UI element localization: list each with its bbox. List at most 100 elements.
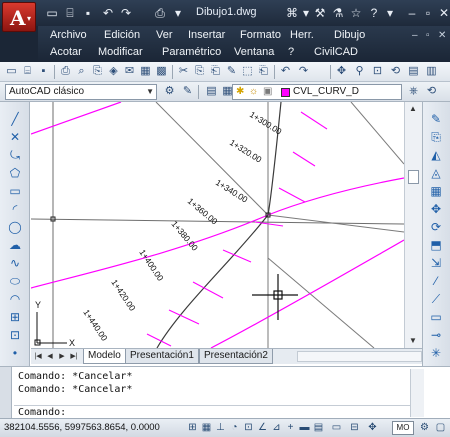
point-icon[interactable]: • xyxy=(6,346,24,361)
menu-herramientas[interactable]: Herr. xyxy=(290,27,314,43)
menu-modificar[interactable]: Modificar xyxy=(98,44,143,60)
drawing-area[interactable]: 1+300.00 1+320.00 1+340.00 1+360.00 1+38… xyxy=(31,102,404,348)
snap-mode-icon[interactable]: ⊞ xyxy=(186,421,199,435)
etransmit-icon[interactable]: ✉ xyxy=(122,64,137,79)
menu-edicion[interactable]: Edición xyxy=(104,27,140,43)
last-tab-icon[interactable]: ▶| xyxy=(69,351,79,362)
clean-screen-icon[interactable]: ▢ xyxy=(434,421,447,435)
lightbulb-icon[interactable]: ✱ xyxy=(236,85,244,99)
dynamic-input-icon[interactable]: + xyxy=(284,421,297,435)
trim-icon[interactable]: ⁄ xyxy=(427,274,445,289)
construction-line-icon[interactable]: ✕ xyxy=(6,130,24,145)
menu-ver[interactable]: Ver xyxy=(156,27,173,43)
menu-ayuda[interactable]: ? xyxy=(288,44,294,60)
tab-presentacion2[interactable]: Presentación2 xyxy=(199,349,273,364)
grid-display-icon[interactable]: ▦ xyxy=(200,421,213,435)
quick-access-dropdown-icon[interactable]: ▾ xyxy=(170,5,186,21)
workspace-select[interactable]: AutoCAD clásico ▼ xyxy=(5,84,157,100)
new-icon[interactable]: ▭ xyxy=(44,5,60,21)
preview-icon[interactable]: ⌕ xyxy=(74,64,89,79)
minimize-icon[interactable]: – xyxy=(404,5,420,21)
menu-civilcad[interactable]: CivilCAD xyxy=(314,44,358,60)
design-center-icon[interactable]: ▦ xyxy=(138,64,153,79)
undo-icon[interactable]: ↶ xyxy=(278,64,293,79)
command-prompt[interactable]: Comando: xyxy=(18,407,66,418)
tools-icon[interactable]: ⚒ xyxy=(312,5,328,21)
move-icon[interactable]: ✥ xyxy=(427,202,445,217)
customize-icon[interactable]: ✎ xyxy=(180,84,195,99)
tool-palettes-icon[interactable]: ▩ xyxy=(154,64,169,79)
restore-icon[interactable]: ▫ xyxy=(420,5,436,21)
workspace-switch-icon[interactable]: ⚙ xyxy=(418,421,431,435)
tab-presentacion1[interactable]: Presentación1 xyxy=(125,349,199,364)
explode-icon[interactable]: ✳ xyxy=(427,346,445,361)
quick-properties-icon[interactable]: ▤ xyxy=(312,421,325,435)
lock-icon[interactable]: ▣ xyxy=(263,85,272,99)
previous-tab-icon[interactable]: ◀ xyxy=(45,351,55,362)
first-tab-icon[interactable]: |◀ xyxy=(33,351,43,362)
undo-icon[interactable]: ↶ xyxy=(100,5,116,21)
star-icon[interactable]: ☆ xyxy=(348,5,364,21)
layer-manager-icon[interactable]: ▤ xyxy=(204,84,219,99)
make-block-icon[interactable]: ⊡ xyxy=(6,328,24,343)
stretch-icon[interactable]: ⇲ xyxy=(427,256,445,271)
plot-icon[interactable]: ⎙ xyxy=(58,64,73,79)
erase-icon[interactable]: ✎ xyxy=(427,112,445,127)
doc-close-icon[interactable]: ✕ xyxy=(438,30,446,41)
layer-control[interactable]: ✱ ☼ ▣ CVL_CURV_D xyxy=(232,84,402,100)
new-icon[interactable]: ▭ xyxy=(4,64,19,79)
close-icon[interactable]: ✕ xyxy=(436,5,450,21)
next-tab-icon[interactable]: ▶ xyxy=(57,351,67,362)
insert-block-icon[interactable]: ⊞ xyxy=(6,310,24,325)
polar-tracking-icon[interactable]: ◔ xyxy=(228,421,241,435)
model-space-icon[interactable]: ▭ xyxy=(330,421,343,435)
mirror-icon[interactable]: ◭ xyxy=(427,148,445,163)
make-current-icon[interactable]: ⎈ xyxy=(406,84,421,99)
circle-icon[interactable]: ◯ xyxy=(6,220,24,235)
menu-insertar[interactable]: Insertar xyxy=(188,27,225,43)
save-icon[interactable]: ▪ xyxy=(80,5,96,21)
allow-ucs-icon[interactable]: ⊿ xyxy=(270,421,283,435)
object-snap-tracking-icon[interactable]: ∠ xyxy=(256,421,269,435)
properties-icon[interactable]: ▤ xyxy=(406,64,421,79)
revision-cloud-icon[interactable]: ☁ xyxy=(6,238,24,253)
menu-ventana[interactable]: Ventana xyxy=(234,44,274,60)
zoom-realtime-icon[interactable]: ⚲ xyxy=(352,64,367,79)
rotate-icon[interactable]: ⟳ xyxy=(427,220,445,235)
tab-modelo[interactable]: Modelo xyxy=(83,349,126,364)
extend-icon[interactable]: ⟋ xyxy=(427,292,445,307)
3d-dwf-icon[interactable]: ◈ xyxy=(106,64,121,79)
offset-icon[interactable]: ◬ xyxy=(427,166,445,181)
lineweight-icon[interactable]: ▬ xyxy=(298,421,311,435)
polygon-icon[interactable]: ⬠ xyxy=(6,166,24,181)
plot-icon[interactable]: ⎙ xyxy=(152,5,168,21)
menu-formato[interactable]: Formato xyxy=(240,27,281,43)
doc-restore-icon[interactable]: ▫ xyxy=(426,30,430,41)
menu-archivo[interactable]: Archivo xyxy=(50,27,87,43)
help-icon[interactable]: ? xyxy=(366,5,382,21)
menu-parametrico[interactable]: Paramétrico xyxy=(162,44,221,60)
sun-icon[interactable]: ☼ xyxy=(249,85,258,99)
command-line-grip[interactable] xyxy=(0,367,12,419)
doc-minimize-icon[interactable]: – xyxy=(412,30,418,41)
cut-icon[interactable]: ✂ xyxy=(176,64,191,79)
zoom-window-icon[interactable]: ⊡ xyxy=(370,64,385,79)
menu-dibujo[interactable]: Dibujo xyxy=(334,27,365,43)
app-menu-button[interactable]: A ▾ xyxy=(2,2,36,32)
ortho-mode-icon[interactable]: ⊥ xyxy=(214,421,227,435)
block-editor-icon[interactable]: ⬚ xyxy=(240,64,255,79)
save-icon[interactable]: ▪ xyxy=(36,64,51,79)
quick-view-layouts-icon[interactable]: ⊟ xyxy=(348,421,361,435)
scroll-down-icon[interactable]: ▼ xyxy=(409,336,417,345)
break-icon[interactable]: ▭ xyxy=(427,310,445,325)
match-properties-icon[interactable]: ✎ xyxy=(224,64,239,79)
help-dropdown-icon[interactable]: ▾ xyxy=(382,5,398,21)
layer-previous-icon[interactable]: ⟲ xyxy=(424,84,439,99)
pan-status-icon[interactable]: ✥ xyxy=(366,421,379,435)
copy-icon[interactable]: ⎘ xyxy=(192,64,207,79)
zoom-previous-icon[interactable]: ⟲ xyxy=(388,64,403,79)
ellipse-arc-icon[interactable]: ◠ xyxy=(6,292,24,307)
line-icon[interactable]: ╱ xyxy=(6,112,24,127)
scrollbar-thumb[interactable] xyxy=(408,170,419,184)
menu-acotar[interactable]: Acotar xyxy=(50,44,82,60)
